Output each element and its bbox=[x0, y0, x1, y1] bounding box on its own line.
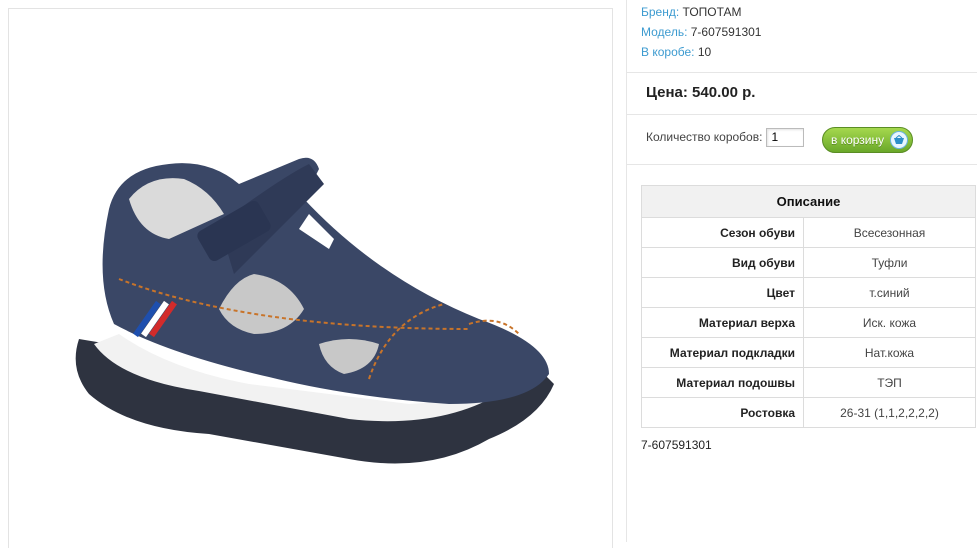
quantity-row: Количество коробов: bbox=[646, 125, 805, 149]
spec-key: Вид обуви bbox=[641, 247, 804, 278]
vertical-divider bbox=[626, 0, 627, 542]
specs-title: Описание bbox=[641, 185, 976, 218]
price: Цена: 540.00 р. bbox=[646, 84, 756, 101]
table-row: Сезон обуви Всесезонная bbox=[641, 217, 976, 248]
model-row: Модель: 7-607591301 bbox=[641, 24, 761, 44]
spec-key: Материал подкладки bbox=[641, 337, 804, 368]
divider bbox=[627, 164, 977, 165]
spec-key: Сезон обуви bbox=[641, 217, 804, 248]
brand-row: Бренд: ТОПОТАМ bbox=[641, 4, 761, 24]
table-row: Вид обуви Туфли bbox=[641, 247, 976, 278]
table-row: Материал подошвы ТЭП bbox=[641, 367, 976, 398]
specs-table: Описание Сезон обуви Всесезонная Вид обу… bbox=[641, 185, 976, 428]
divider bbox=[627, 114, 977, 115]
article-number: 7-607591301 bbox=[641, 438, 712, 452]
product-image-panel bbox=[8, 8, 613, 548]
quantity-label: Количество коробов: bbox=[646, 130, 763, 144]
spec-value: ТЭП bbox=[803, 367, 976, 398]
box-value: 10 bbox=[697, 45, 712, 59]
model-value: 7-607591301 bbox=[690, 25, 762, 39]
spec-value: Туфли bbox=[803, 247, 976, 278]
model-label: Модель: bbox=[641, 25, 688, 39]
table-row: Материал подкладки Нат.кожа bbox=[641, 337, 976, 368]
add-to-cart-label: в корзину bbox=[831, 133, 885, 147]
divider bbox=[627, 72, 977, 73]
spec-key: Материал верха bbox=[641, 307, 804, 338]
spec-key: Цвет bbox=[641, 277, 804, 308]
spec-value: 26-31 (1,1,2,2,2,2) bbox=[803, 397, 976, 428]
spec-key: Ростовка bbox=[641, 397, 804, 428]
brand-label: Бренд: bbox=[641, 5, 680, 19]
add-to-cart-button[interactable]: в корзину bbox=[822, 127, 913, 153]
box-label: В коробе: bbox=[641, 45, 695, 59]
product-info: Бренд: ТОПОТАМ Модель: 7-607591301 В кор… bbox=[641, 4, 761, 64]
product-image[interactable] bbox=[49, 129, 579, 489]
brand-value: ТОПОТАМ bbox=[682, 5, 742, 19]
spec-value: Нат.кожа bbox=[803, 337, 976, 368]
table-row: Цвет т.синий bbox=[641, 277, 976, 308]
spec-value: т.синий bbox=[803, 277, 976, 308]
quantity-input[interactable] bbox=[766, 127, 805, 147]
table-row: Материал верха Иск. кожа bbox=[641, 307, 976, 338]
spec-key: Материал подошвы bbox=[641, 367, 804, 398]
spec-value: Иск. кожа bbox=[803, 307, 976, 338]
cart-icon bbox=[890, 131, 908, 149]
box-row: В коробе: 10 bbox=[641, 44, 761, 64]
spec-value: Всесезонная bbox=[803, 217, 976, 248]
table-row: Ростовка 26-31 (1,1,2,2,2,2) bbox=[641, 397, 976, 428]
